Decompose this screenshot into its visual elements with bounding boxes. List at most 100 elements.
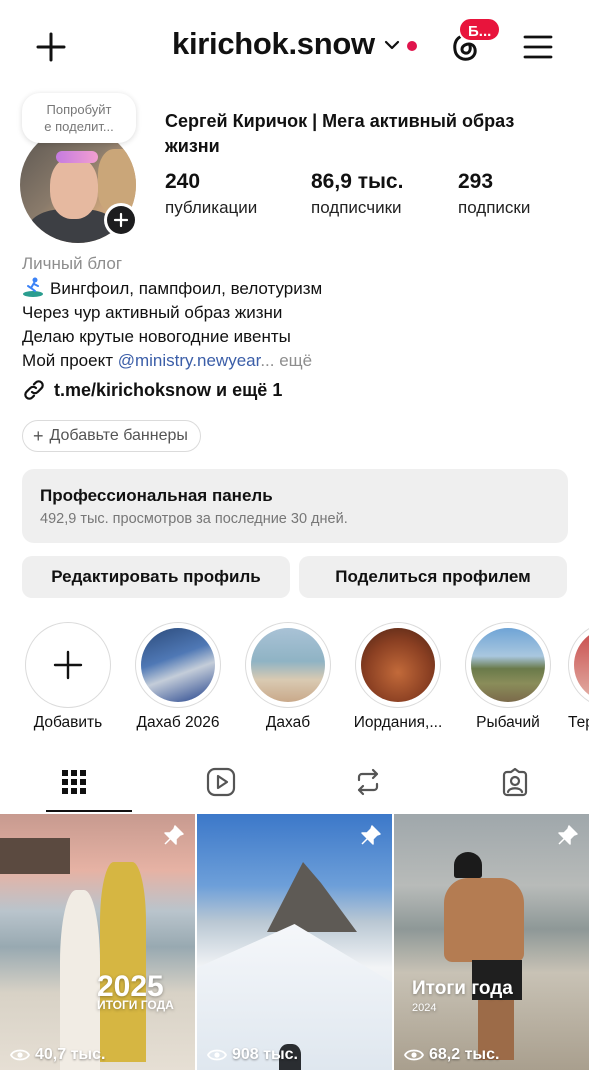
tagged-icon [502,767,528,797]
post-views: 908 тыс. [207,1046,298,1064]
professional-panel-subtitle: 492,9 тыс. просмотров за последние 30 дн… [40,511,348,527]
highlight-add[interactable]: Добавить [18,622,118,732]
bio-mention-link[interactable]: @ministry.newyear [118,351,261,370]
highlight-cover [251,628,325,702]
post-views-count: 908 тыс. [232,1046,298,1063]
stat-posts-value: 240 [165,170,201,193]
post-image-detail [60,890,100,1070]
eye-icon [404,1049,424,1061]
avatar-dog-shape [98,149,136,211]
post-views: 68,2 тыс. [404,1046,499,1064]
stat-followers-label: подписчики [311,198,402,217]
highlight-label: Рыбачий [476,714,540,731]
reels-icon [206,767,236,797]
profile-bio: Личный блог Вингфоил, пампфоил, велотури… [22,252,572,373]
top-bar: kirichok.snow Б... [0,0,589,92]
note-line-2: е поделит... [44,119,114,134]
highlight-cover [471,628,545,702]
post-image-detail [444,878,524,962]
menu-icon[interactable] [522,32,554,62]
stat-posts-label: публикации [165,198,258,217]
highlight-cover [141,628,215,702]
avatar-face-shape [50,157,98,219]
bio-category: Личный блог [22,254,123,273]
profile-link[interactable]: t.me/kirichoksnow и ещё 1 [22,378,282,402]
post-image-detail [0,838,70,874]
plus-icon [113,212,129,228]
professional-panel[interactable]: Профессиональная панель 492,9 тыс. просм… [22,469,568,543]
eye-icon [207,1049,227,1061]
plus-icon: + [33,425,44,446]
highlight-cover [574,628,589,702]
bio-line-1-text: Вингфоил, пампфоил, велотуризм [50,279,323,298]
post-overlay-caption: ИТОГИ ГОДА [97,998,174,1012]
add-banners-label: Добавьте баннеры [49,427,188,444]
profile-avatar[interactable] [20,127,138,243]
profile-full-name: Сергей Киричок | Мега активный образ жиз… [165,111,515,156]
highlight-jordan[interactable]: Иордания,... [348,622,448,732]
posts-grid: 2025 ИТОГИ ГОДА 40,7 тыс. 908 тыс. Итоги… [0,814,589,1070]
bio-line-4: Мой проект @ministry.newyear... ещё [22,349,572,373]
tab-tagged[interactable] [456,752,574,812]
post-overlay-title: Итоги года [412,978,513,999]
plus-icon [53,650,83,680]
bio-more-link[interactable]: ... ещё [260,351,312,370]
eye-icon [10,1049,30,1061]
post-tile[interactable]: Итоги года 2024 68,2 тыс. [394,814,589,1070]
post-tile[interactable]: 2025 ИТОГИ ГОДА 40,7 тыс. [0,814,195,1070]
tab-reels[interactable] [162,752,280,812]
highlight-cover [361,628,435,702]
surfer-emoji-icon [23,277,43,297]
highlight-add-ring [25,622,111,708]
post-overlay-year: 2024 [412,1002,437,1014]
username-title[interactable]: kirichok.snow [172,26,375,62]
highlight-dahab-2026[interactable]: Дахаб 2026 [128,622,228,732]
add-story-button[interactable] [104,203,138,237]
notification-dot [407,41,417,51]
note-line-1: Попробуйт [46,102,112,117]
pin-icon [361,825,381,845]
post-image-detail [100,862,146,1062]
tab-posts-grid[interactable] [15,752,133,812]
professional-panel-title: Профессиональная панель [40,486,273,505]
highlight-label: Иордания,... [353,714,443,731]
create-plus-icon[interactable] [32,28,70,66]
grid-icon [62,770,86,794]
post-image-detail [454,852,482,878]
pin-icon [164,825,184,845]
add-banners-button[interactable]: + Добавьте баннеры [22,420,201,452]
edit-profile-button[interactable]: Редактировать профиль [22,556,290,598]
stat-posts: 240 публикации [165,170,257,220]
stat-following-value: 293 [458,170,494,193]
bio-line-4-prefix: Мой проект [22,351,118,370]
highlight-label: Дахаб [265,714,311,731]
highlight-dahab[interactable]: Дахаб [238,622,338,732]
share-profile-button[interactable]: Поделиться профилем [299,556,567,598]
post-views-count: 40,7 тыс. [35,1046,106,1063]
highlight-label: Дахаб 2026 [136,714,220,731]
avatar-glasses-shape [56,151,98,163]
profile-tabs [0,752,589,812]
profile-link-text: t.me/kirichoksnow и ещё 1 [54,379,283,400]
post-image-detail [267,862,357,932]
reposts-icon [357,768,379,796]
stat-following[interactable]: 293 подписки [458,170,530,220]
chevron-down-icon[interactable] [384,38,400,52]
tab-reposts[interactable] [309,752,427,812]
post-views: 40,7 тыс. [10,1046,105,1064]
bio-line-2: Через чур активный образ жизни [22,303,283,322]
bio-line-3: Делаю крутые новогодние ивенты [22,327,291,346]
stat-followers[interactable]: 86,9 тыс. подписчики [311,170,403,220]
highlight-partial[interactable]: Тер [568,622,589,732]
highlight-label: Тер [568,714,589,731]
highlight-label: Добавить [33,714,103,731]
highlight-rybachiy[interactable]: Рыбачий [458,622,558,732]
stat-followers-value: 86,9 тыс. [311,170,404,193]
post-tile[interactable]: 908 тыс. [197,814,392,1070]
bio-line-1: Вингфоил, пампфоил, велотуризм [22,276,572,301]
stat-following-label: подписки [458,198,531,217]
pin-icon [558,825,578,845]
link-icon [24,380,44,400]
note-bubble[interactable]: Попробуйт е поделит... [22,93,136,143]
threads-badge: Б... [458,17,502,42]
